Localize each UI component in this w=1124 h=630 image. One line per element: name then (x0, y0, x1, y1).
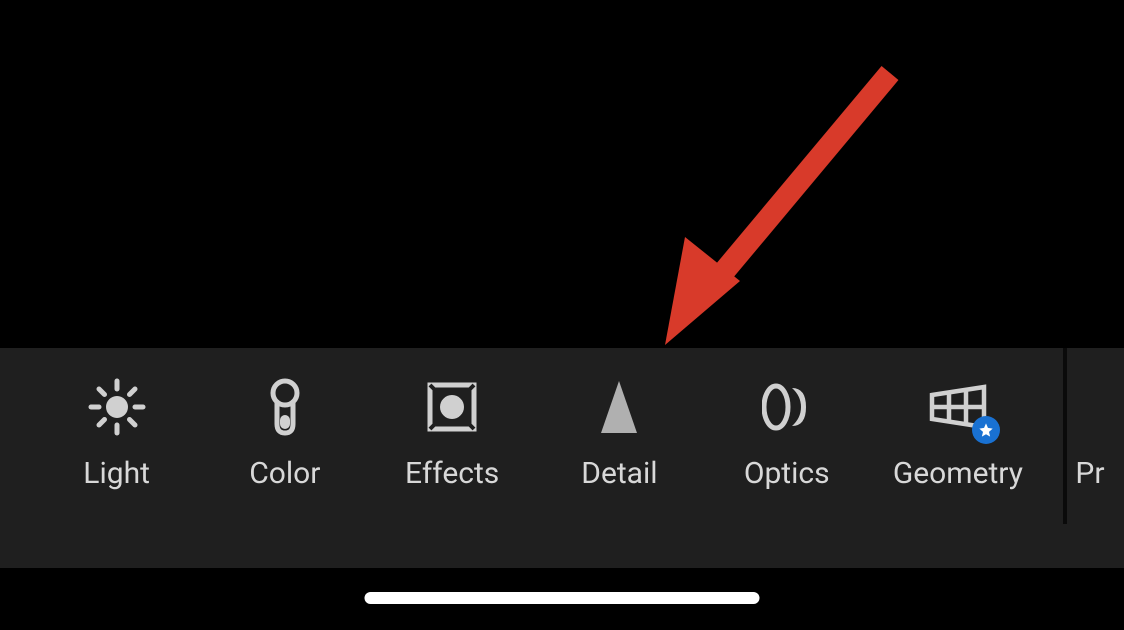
tool-label: Color (249, 456, 320, 491)
detail-icon (597, 376, 641, 438)
star-badge-icon (972, 416, 1000, 444)
light-icon (85, 376, 149, 438)
optics-icon (762, 376, 812, 438)
light-button[interactable]: Light (0, 376, 201, 491)
tool-label: Light (83, 456, 150, 491)
toolbar-divider (1063, 348, 1067, 524)
optics-button[interactable]: Optics (703, 376, 870, 491)
tool-label: Effects (405, 456, 499, 491)
preset-button-partial[interactable]: Pr (1045, 376, 1124, 491)
geometry-button[interactable]: Geometry (870, 376, 1045, 491)
effects-button[interactable]: Effects (369, 376, 536, 491)
tool-label: Geometry (893, 456, 1023, 491)
tool-label: Optics (744, 456, 830, 491)
effects-icon (426, 376, 478, 438)
geometry-icon (928, 376, 988, 438)
detail-button[interactable]: Detail (536, 376, 703, 491)
tool-label: Pr (1075, 456, 1104, 491)
color-icon (265, 376, 305, 438)
preset-icon (1075, 376, 1105, 438)
tool-label: Detail (581, 456, 657, 491)
editing-toolbar: Light Color Effects Detail (0, 348, 1124, 568)
home-indicator[interactable] (365, 592, 760, 604)
color-button[interactable]: Color (201, 376, 368, 491)
canvas-area (0, 0, 1124, 348)
annotation-arrow (640, 65, 900, 365)
